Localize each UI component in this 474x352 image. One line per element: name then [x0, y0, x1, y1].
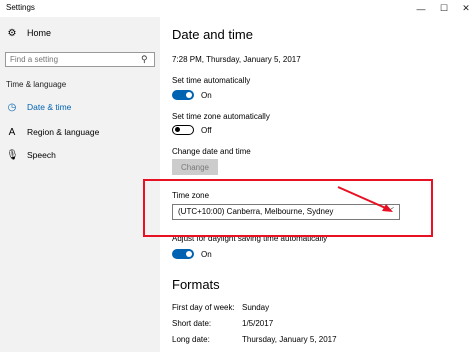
format-value: Thursday, January 5, 2017 [242, 335, 337, 344]
dst-state: On [201, 250, 212, 259]
sidebar-item-label: Home [27, 28, 52, 38]
window-title: Settings [6, 3, 35, 12]
dst-toggle[interactable] [172, 249, 194, 259]
language-icon: A [8, 126, 16, 138]
format-label: Short date: [172, 319, 212, 328]
set-time-auto-toggle[interactable] [172, 90, 194, 100]
search-input[interactable] [5, 52, 155, 67]
page-title: Date and time [172, 27, 253, 42]
main-content: Date and time 7:28 PM, Thursday, January… [160, 17, 474, 352]
sidebar-item-home[interactable]: ⚙ Home [6, 26, 52, 40]
sidebar-item-region-language[interactable]: A Region & language [6, 125, 100, 139]
sidebar: ⚙ Home ⚲ Time & language ◷ Date & time A… [0, 17, 160, 352]
set-timezone-auto-state: Off [201, 126, 212, 135]
sidebar-item-label: Date & time [27, 102, 72, 112]
change-date-time-label: Change date and time [172, 147, 251, 156]
title-bar: Settings — ☐ ✕ [0, 0, 474, 17]
close-button[interactable]: ✕ [453, 0, 474, 17]
sidebar-item-speech[interactable]: 🎙 Speech [6, 148, 56, 162]
calendar-clock-icon: ◷ [7, 101, 17, 113]
gear-icon: ⚙ [7, 27, 17, 39]
sidebar-item-label: Speech [27, 150, 56, 160]
format-label: First day of week: [172, 303, 235, 312]
formats-heading: Formats [172, 277, 220, 292]
set-time-auto-state: On [201, 91, 212, 100]
sidebar-item-date-time[interactable]: ◷ Date & time [6, 100, 72, 114]
annotation-arrow [337, 186, 393, 212]
change-button[interactable]: Change [172, 159, 218, 175]
microphone-icon: 🎙 [6, 149, 19, 161]
sidebar-section-label: Time & language [6, 80, 67, 89]
time-zone-value: (UTC+10:00) Canberra, Melbourne, Sydney [178, 207, 334, 216]
format-value: 1/5/2017 [242, 319, 274, 328]
dst-label: Adjust for daylight saving time automati… [172, 234, 328, 243]
time-zone-label: Time zone [172, 191, 210, 200]
search-icon[interactable]: ⚲ [141, 54, 148, 65]
set-timezone-auto-label: Set time zone automatically [172, 112, 270, 121]
current-datetime: 7:28 PM, Thursday, January 5, 2017 [172, 55, 301, 64]
sidebar-item-label: Region & language [27, 127, 100, 137]
set-timezone-auto-toggle[interactable] [172, 125, 194, 135]
format-value: Sunday [242, 303, 270, 312]
format-label: Long date: [172, 335, 210, 344]
set-time-auto-label: Set time automatically [172, 76, 251, 85]
scrollbar-track[interactable] [466, 17, 474, 352]
